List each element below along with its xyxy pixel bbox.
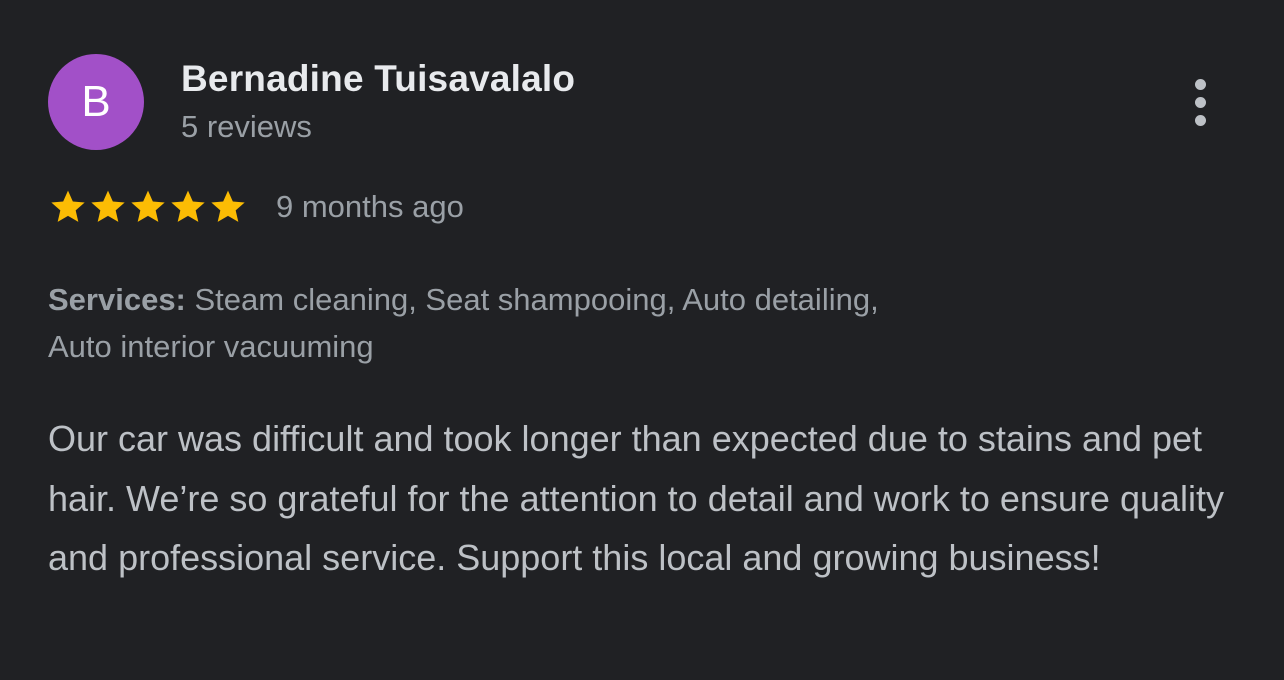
star-rating [48,186,248,228]
review-count[interactable]: 5 reviews [181,109,312,145]
star-icon [168,187,208,227]
services-label: Services: [48,282,186,317]
services-list: Services: Steam cleaning, Seat shampooin… [48,276,1148,370]
avatar-letter: B [81,77,111,126]
star-icon [48,187,88,227]
more-vert-icon [1194,78,1206,90]
star-icon [128,187,168,227]
review-time: 9 months ago [276,189,464,224]
review-card: B Bernadine Tuisavalalo 5 reviews 9 mont… [0,0,1284,680]
avatar[interactable]: B [48,54,144,150]
services-text-line2: Auto interior vacuuming [48,329,374,364]
star-icon [208,187,248,227]
review-body: Our car was difficult and took longer th… [48,418,1225,578]
more-vert-icon-dot [1194,96,1206,108]
star-icon [88,187,128,227]
services-text: Steam cleaning, Seat shampooing, Auto de… [185,282,879,317]
more-options-button[interactable] [1178,72,1222,132]
reviewer-name[interactable]: Bernadine Tuisavalalo [181,58,575,100]
more-vert-icon-dot [1194,114,1206,126]
